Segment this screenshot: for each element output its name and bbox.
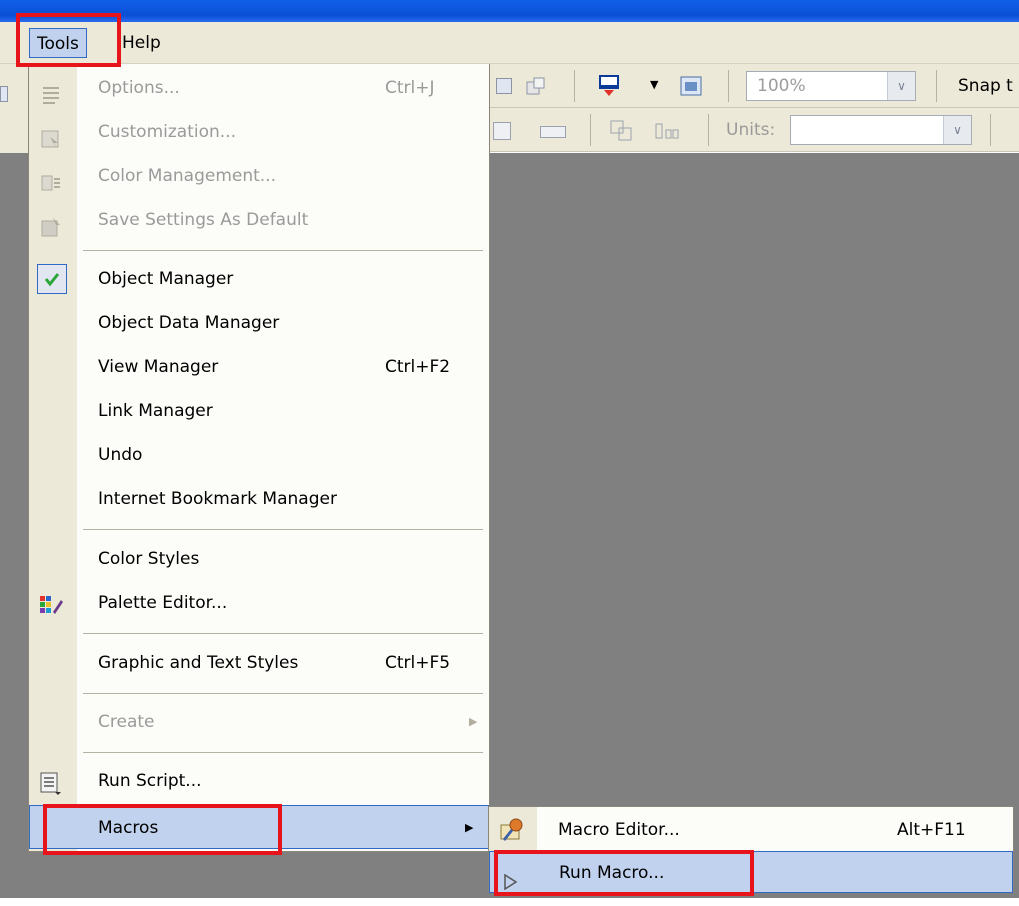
menu-item-shortcut: Ctrl+J (385, 78, 435, 98)
dropdown-arrow-icon[interactable]: ▼ (650, 78, 658, 91)
align-distribute-icon[interactable] (654, 120, 680, 142)
menu-item-create[interactable]: Create ▶ (29, 700, 489, 744)
menu-item-label: Undo (98, 445, 143, 465)
menu-item-shortcut: Ctrl+F2 (385, 357, 451, 377)
menu-separator (83, 633, 483, 634)
toolbar-separator (728, 70, 729, 102)
menu-separator (83, 250, 483, 251)
group-icon[interactable] (610, 120, 634, 142)
menu-separator (83, 752, 483, 753)
palette-editor-icon (39, 591, 63, 615)
submenu-arrow-icon: ▶ (465, 821, 474, 834)
menu-item-palette-editor[interactable]: Palette Editor... (29, 581, 489, 625)
save-icon[interactable] (0, 86, 8, 102)
menu-item-macro-editor[interactable]: Macro Editor... Alt+F11 (489, 809, 1013, 851)
units-label: Units: (726, 120, 776, 140)
units-combo[interactable]: ∨ (790, 115, 972, 145)
menu-item-shortcut: Alt+F11 (897, 820, 966, 840)
menu-item-label: Object Manager (98, 269, 234, 289)
import-icon[interactable] (496, 78, 512, 94)
menu-item-shortcut: Ctrl+F5 (385, 653, 451, 673)
menu-item-label: Graphic and Text Styles (98, 653, 299, 673)
menu-item-options[interactable]: Options... Ctrl+J (29, 66, 489, 110)
menu-item-label: Link Manager (98, 401, 213, 421)
menu-item-label: Object Data Manager (98, 313, 280, 333)
macros-highlight-box (43, 804, 282, 855)
zoom-level-value: 100% (757, 76, 806, 96)
color-management-icon (41, 166, 61, 191)
menu-item-object-manager[interactable]: Object Manager (29, 257, 489, 301)
menu-item-label: View Manager (98, 357, 219, 377)
menu-item-label: Save Settings As Default (98, 210, 309, 230)
tools-highlight-box (16, 13, 121, 67)
menu-item-customization[interactable]: Customization... (29, 110, 489, 154)
menu-item-object-data-manager[interactable]: Object Data Manager (29, 301, 489, 345)
chevron-down-icon[interactable]: ∨ (887, 72, 915, 100)
customization-icon (41, 122, 61, 148)
rectangle-shape-icon[interactable] (493, 122, 511, 140)
menu-help-label: Help (122, 33, 161, 53)
menu-item-label: Macro Editor... (558, 820, 680, 840)
toolbar-left-edge (0, 64, 28, 153)
toolbar-separator (990, 114, 991, 146)
save-settings-icon (41, 210, 61, 237)
menu-item-run-script[interactable]: Run Script... (29, 759, 489, 803)
menu-item-view-manager[interactable]: View Manager Ctrl+F2 (29, 345, 489, 389)
menu-item-internet-bookmark-manager[interactable]: Internet Bookmark Manager (29, 477, 489, 521)
flat-rectangle-icon[interactable] (540, 126, 566, 138)
menu-item-label: Run Script... (98, 771, 202, 791)
menu-item-graphic-and-text-styles[interactable]: Graphic and Text Styles Ctrl+F5 (29, 641, 489, 685)
menu-item-label: Color Styles (98, 549, 200, 569)
menu-item-save-settings-as-default[interactable]: Save Settings As Default (29, 198, 489, 242)
checkmark-icon (37, 264, 67, 294)
tools-menu: Options... Ctrl+J Customization... Color… (28, 64, 490, 852)
menu-item-color-management[interactable]: Color Management... (29, 154, 489, 198)
menu-item-undo[interactable]: Undo (29, 433, 489, 477)
chevron-down-icon[interactable]: ∨ (943, 116, 971, 144)
menu-help[interactable]: Help (115, 28, 168, 58)
toolbar-separator (590, 114, 591, 146)
menu-item-link-manager[interactable]: Link Manager (29, 389, 489, 433)
menu-item-label: Palette Editor... (98, 593, 228, 613)
menu-item-label: Customization... (98, 122, 236, 142)
toolbar-separator (708, 114, 709, 146)
macro-editor-icon (499, 817, 525, 843)
toolbar-separator (574, 70, 575, 102)
welcome-screen-icon[interactable] (680, 76, 702, 96)
menu-separator (83, 693, 483, 694)
run-script-icon (39, 769, 63, 795)
export-icon[interactable] (526, 76, 546, 96)
run-macro-highlight-box (494, 850, 754, 896)
application-launcher-icon[interactable] (598, 74, 620, 98)
menu-item-label: Create (98, 712, 155, 732)
menu-separator (83, 529, 483, 530)
menu-bar: Tools Help (0, 22, 1019, 64)
menu-item-label: Internet Bookmark Manager (98, 489, 337, 509)
menu-item-color-styles[interactable]: Color Styles (29, 537, 489, 581)
zoom-level-combo[interactable]: 100% ∨ (746, 71, 916, 101)
menu-item-label: Color Management... (98, 166, 276, 186)
snap-to-label[interactable]: Snap t (958, 71, 1013, 101)
title-bar (0, 0, 1019, 22)
menu-item-label: Options... (98, 78, 180, 98)
options-icon (41, 78, 61, 104)
toolbar-separator (936, 70, 937, 102)
submenu-arrow-icon: ▶ (469, 715, 478, 728)
